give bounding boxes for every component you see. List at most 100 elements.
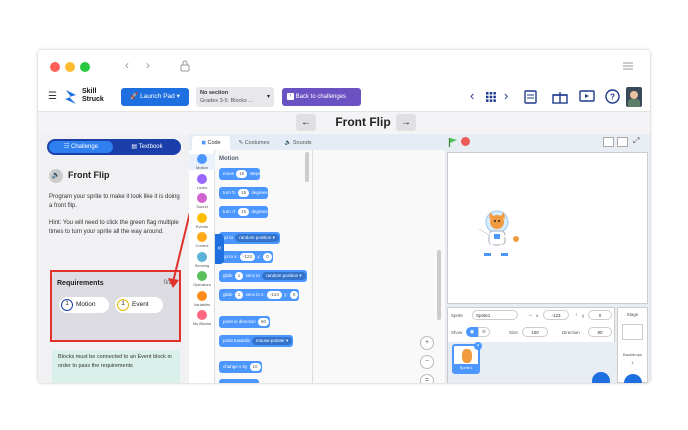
category-sound[interactable]: Sound bbox=[189, 193, 215, 209]
script-area[interactable]: + − = bbox=[313, 150, 445, 383]
show-hidden-icon[interactable]: ⊘ bbox=[478, 327, 490, 337]
category-events[interactable]: Events bbox=[189, 212, 215, 229]
x-label: x bbox=[536, 313, 539, 318]
gift-icon[interactable] bbox=[552, 90, 568, 104]
minimize-window-button[interactable] bbox=[65, 62, 75, 72]
stage-selector[interactable]: Stage Backdrops 1 bbox=[617, 307, 648, 383]
grid-icon[interactable] bbox=[486, 92, 496, 102]
delete-sprite-icon[interactable]: × bbox=[474, 342, 482, 350]
block-goto-xy-y[interactable]: 0 bbox=[263, 252, 272, 261]
zoom-reset-icon[interactable]: = bbox=[420, 374, 434, 383]
block-glide-xy-x[interactable]: -123 bbox=[266, 290, 282, 299]
category-motion[interactable]: Motion bbox=[189, 154, 215, 170]
block-next[interactable] bbox=[219, 379, 259, 383]
block-point-towards[interactable]: point towards mouse-pointer ▾ bbox=[219, 335, 294, 347]
y-input[interactable]: 0 bbox=[588, 310, 612, 320]
browser-forward-icon[interactable]: › bbox=[146, 58, 150, 72]
section-select[interactable]: No section Grades 3-5: Blocks ... ▾ bbox=[196, 87, 274, 107]
palette-scrollbar[interactable] bbox=[305, 152, 309, 182]
block-glide-random[interactable]: glide 1 secs to random position ▾ bbox=[219, 270, 307, 282]
block-goto-xy[interactable]: go to x: -123 y: 0 bbox=[219, 251, 273, 263]
category-operators[interactable]: Operators bbox=[189, 271, 215, 287]
browser-back-icon[interactable]: ‹ bbox=[125, 58, 129, 72]
category-control[interactable]: Control bbox=[189, 232, 215, 248]
book-icon: ▤ bbox=[131, 144, 138, 150]
logo-line2: Struck bbox=[82, 96, 104, 103]
block-glide-xy-value[interactable]: 1 bbox=[234, 290, 244, 299]
direction-input[interactable]: 90 bbox=[588, 327, 612, 337]
block-goto-xy-x[interactable]: -123 bbox=[240, 252, 256, 261]
x-input[interactable]: -123 bbox=[543, 310, 569, 320]
speaker-icon[interactable]: 🔊 bbox=[49, 169, 63, 183]
backdrops-count: 1 bbox=[631, 360, 634, 365]
block-glide-xy-y[interactable]: 0 bbox=[289, 290, 299, 299]
small-stage-icon[interactable] bbox=[603, 137, 614, 147]
prev-challenge-icon[interactable]: ‹ bbox=[470, 88, 474, 103]
zoom-out-icon[interactable]: − bbox=[420, 355, 434, 369]
settings-sliders-icon[interactable] bbox=[623, 61, 633, 71]
block-glide-random-dropdown[interactable]: random position ▾ bbox=[262, 271, 306, 280]
block-turn-right-label: turn bbox=[223, 190, 231, 195]
block-point-towards-dropdown[interactable]: mouse-pointer ▾ bbox=[252, 336, 293, 345]
block-change-x-value[interactable]: 10 bbox=[249, 362, 261, 371]
tab-costumes[interactable]: ✎ Costumes bbox=[232, 136, 276, 150]
block-goto-dropdown[interactable]: random position ▾ bbox=[235, 233, 279, 242]
back-to-challenges-button[interactable]: ‹ Back to challenges bbox=[282, 88, 361, 106]
category-looks[interactable]: Looks bbox=[189, 173, 215, 190]
tab-code[interactable]: ◼ Code bbox=[192, 136, 230, 150]
block-move[interactable]: move 10 steps bbox=[219, 168, 261, 180]
size-input[interactable]: 100 bbox=[522, 327, 548, 337]
notes-icon[interactable] bbox=[524, 90, 540, 104]
rocket-icon: 🚀 bbox=[130, 93, 139, 100]
block-change-x[interactable]: change x by 10 bbox=[219, 361, 262, 373]
block-turn-left-value[interactable]: 15 bbox=[238, 207, 250, 216]
challenge-title: Front Flip bbox=[335, 115, 391, 129]
block-point-direction-value[interactable]: 90 bbox=[258, 317, 270, 326]
collapse-panel-icon[interactable]: « bbox=[215, 234, 224, 264]
green-flag-icon[interactable] bbox=[448, 137, 458, 147]
script-scrollbar[interactable] bbox=[437, 250, 441, 320]
hamburger-menu-icon[interactable]: ☰ bbox=[48, 91, 57, 102]
astronaut-cat-sprite[interactable] bbox=[474, 209, 520, 257]
large-stage-icon[interactable] bbox=[617, 137, 628, 147]
chevron-down-icon: ▾ bbox=[266, 94, 270, 100]
block-turn-left[interactable]: turn ↺ 15 degrees bbox=[219, 206, 268, 218]
next-challenge-icon[interactable]: › bbox=[504, 88, 508, 103]
stop-icon[interactable] bbox=[461, 137, 470, 146]
stage-canvas[interactable] bbox=[447, 152, 648, 304]
avatar[interactable] bbox=[626, 87, 642, 107]
add-sprite-button[interactable] bbox=[592, 372, 610, 383]
zoom-in-icon[interactable]: + bbox=[420, 336, 434, 350]
brush-icon: ✎ bbox=[238, 140, 244, 146]
help-icon[interactable]: ? bbox=[605, 89, 620, 104]
show-visible-icon[interactable]: ◉ bbox=[466, 327, 478, 337]
block-change-x-label: change x by bbox=[223, 364, 248, 369]
category-variables[interactable]: Variables bbox=[189, 290, 215, 307]
category-my-blocks[interactable]: My Blocks bbox=[189, 310, 215, 326]
next-arrow-button[interactable]: → bbox=[396, 114, 416, 131]
block-turn-right[interactable]: turn ↻ 15 degrees bbox=[219, 187, 268, 199]
tab-textbook[interactable]: ▤ Textbook bbox=[115, 141, 179, 153]
block-move-value[interactable]: 10 bbox=[236, 169, 248, 178]
lock-icon bbox=[180, 60, 190, 72]
fullscreen-icon[interactable]: ⤢ bbox=[633, 136, 639, 146]
category-list: Motion Looks Sound Events Control Sensing Oper… bbox=[189, 150, 215, 383]
block-glide-random-value[interactable]: 1 bbox=[234, 271, 244, 280]
present-screen-icon[interactable] bbox=[579, 90, 595, 104]
block-turn-right-value[interactable]: 15 bbox=[238, 188, 250, 197]
close-window-button[interactable] bbox=[50, 62, 60, 72]
tab-sounds[interactable]: 🔈 Sounds bbox=[278, 136, 318, 150]
add-backdrop-button[interactable] bbox=[624, 374, 642, 383]
tab-challenge[interactable]: ☷ Challenge bbox=[49, 141, 113, 153]
block-glide-xy[interactable]: glide 1 secs to x: -123 y: 0 bbox=[219, 289, 300, 301]
prev-arrow-button[interactable]: ← bbox=[296, 114, 316, 131]
svg-text:?: ? bbox=[610, 93, 615, 102]
maximize-window-button[interactable] bbox=[80, 62, 90, 72]
block-point-direction[interactable]: point in direction 90 bbox=[219, 316, 271, 328]
sprite-name-input[interactable]: Sprite1 bbox=[472, 310, 518, 320]
category-dot-icon bbox=[197, 290, 207, 301]
launchpad-button[interactable]: 🚀 Launch Pad ▾ bbox=[121, 88, 189, 106]
direction-label: Direction bbox=[562, 330, 580, 335]
block-goto[interactable]: go to random position ▾ bbox=[219, 232, 280, 244]
category-sensing[interactable]: Sensing bbox=[189, 251, 215, 268]
